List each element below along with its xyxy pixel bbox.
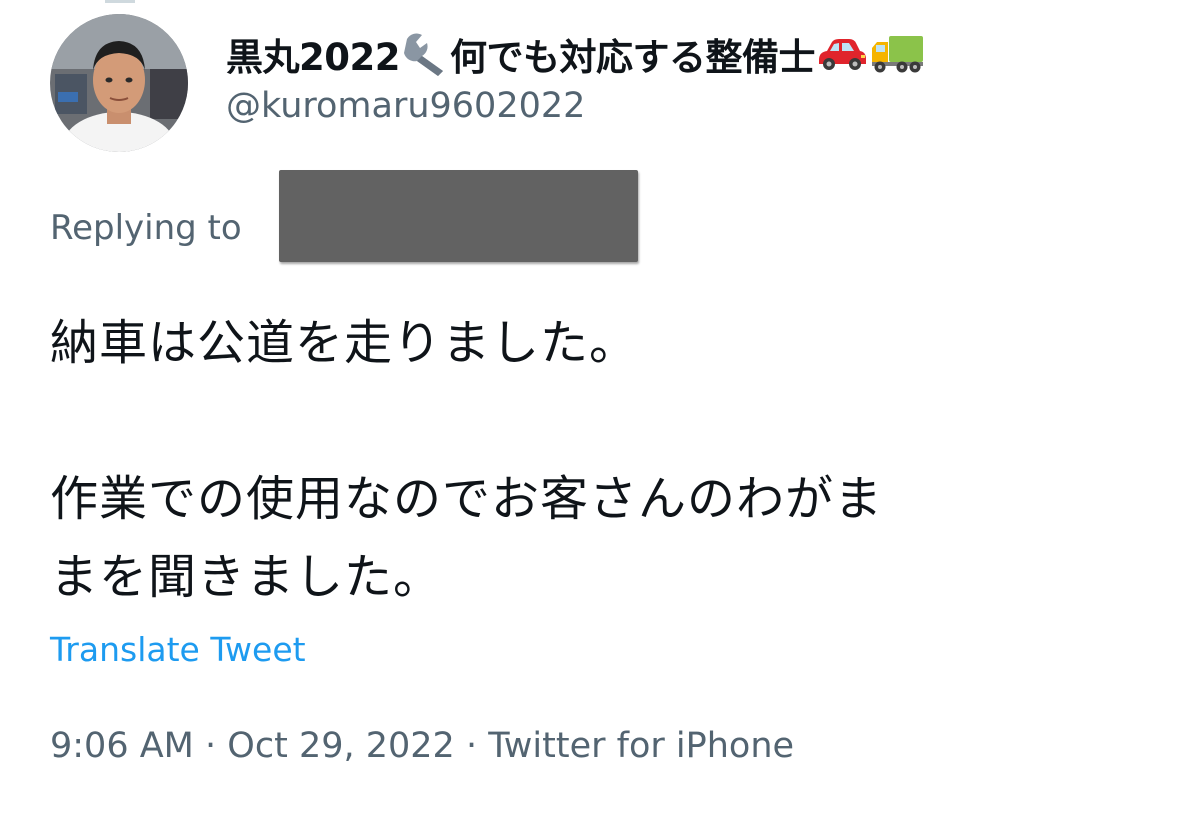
car-icon bbox=[815, 34, 869, 74]
truck-icon bbox=[869, 33, 925, 75]
meta-separator: · bbox=[205, 726, 217, 766]
tweet-metadata: 9:06 AM · Oct 29, 2022 · Twitter for iPh… bbox=[50, 726, 794, 766]
meta-separator-2: · bbox=[465, 726, 478, 766]
tweet-text: 納車は公道を走りました。 作業での使用なのでお客さんのわがま まを聞きました。 bbox=[50, 315, 884, 605]
tweet-time[interactable]: 9:06 AM bbox=[50, 726, 194, 766]
replying-to-label: Replying to bbox=[50, 208, 242, 248]
top-edge-artifact bbox=[105, 0, 135, 3]
display-name-text: 黒丸2022 bbox=[226, 36, 400, 79]
tweet-date[interactable]: Oct 29, 2022 bbox=[227, 726, 455, 766]
display-name-text-2: 何でも対応する整備士 bbox=[449, 36, 816, 79]
tweet-source[interactable]: Twitter for iPhone bbox=[488, 726, 794, 766]
translate-tweet-link[interactable]: Translate Tweet bbox=[50, 630, 306, 669]
wrench-icon bbox=[400, 31, 450, 77]
display-name[interactable]: 黒丸2022 何でも対応する整備士 bbox=[226, 26, 925, 82]
user-handle[interactable]: @kuromaru9602022 bbox=[226, 86, 585, 126]
avatar[interactable] bbox=[50, 14, 188, 152]
redacted-reply-handle bbox=[279, 170, 638, 262]
